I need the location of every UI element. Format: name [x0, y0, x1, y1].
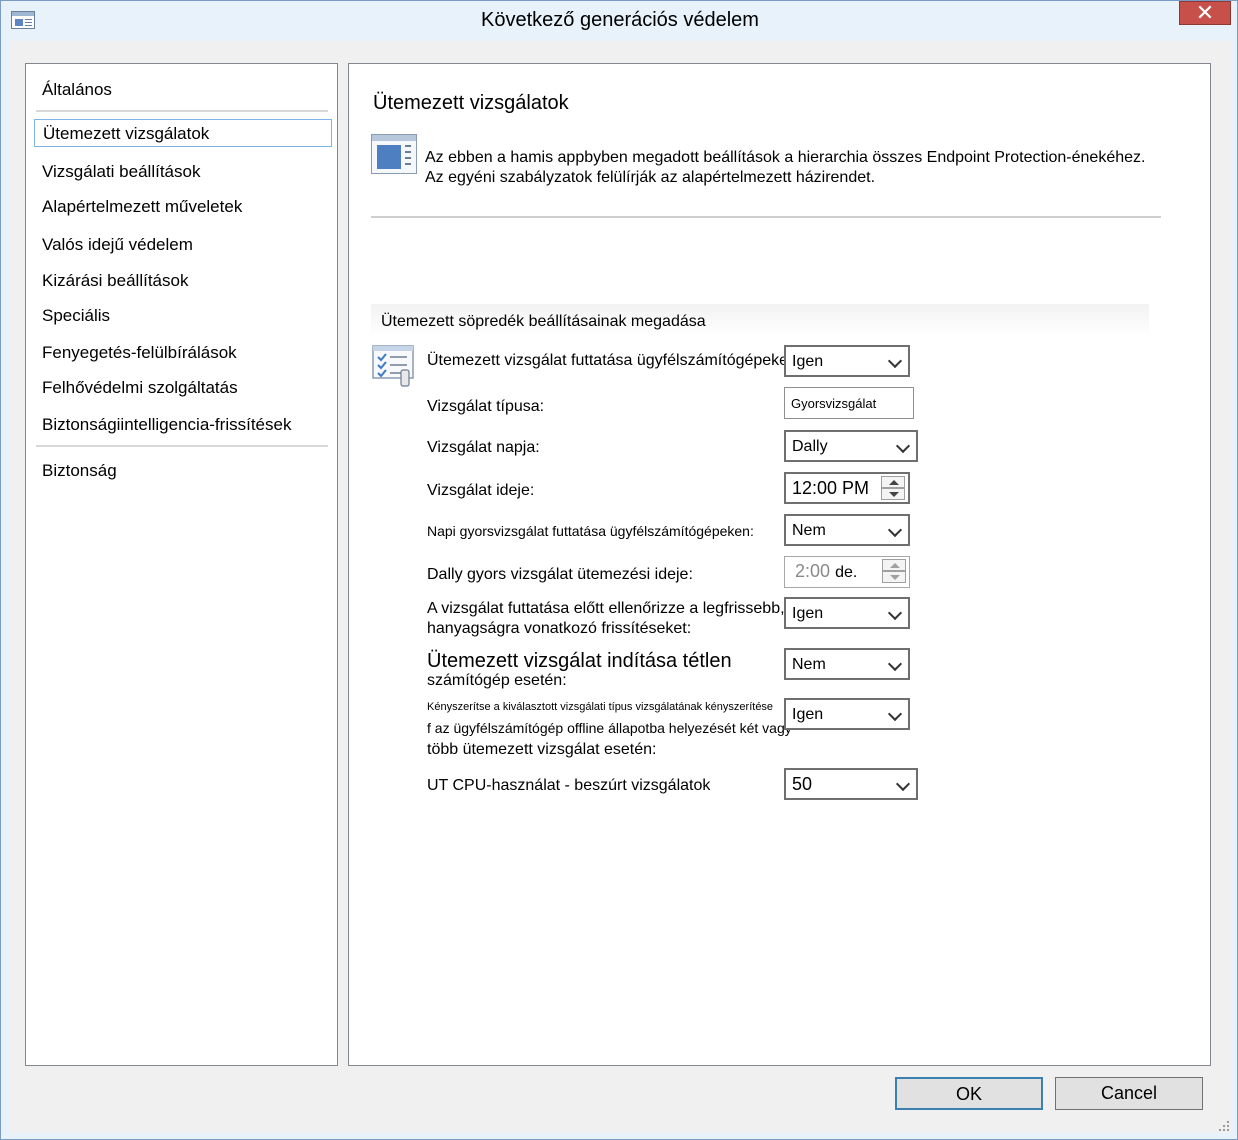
info-line-1: Az ebben a hamis appbyben megadott beáll… — [425, 149, 1146, 166]
cancel-button[interactable]: Cancel — [1055, 1077, 1203, 1110]
chevron-down-icon — [887, 605, 903, 621]
close-icon: ✕ — [1195, 0, 1215, 25]
arrow-up-icon — [889, 480, 899, 485]
scan-time-value: 12:00 PM — [792, 478, 870, 498]
daily-quick-dropdown[interactable]: Nem — [784, 514, 910, 546]
page-title: Ütemezett vizsgálatok — [373, 92, 569, 114]
nav-item-specialis[interactable]: Speciális — [42, 306, 110, 326]
spinner-buttons[interactable] — [881, 476, 905, 500]
daily-quick-time-value: 2:00 — [795, 561, 831, 581]
nav-item-biztonsagiintelligencia-frissitesek[interactable]: Biztonságiintelligencia-frissítések — [42, 415, 291, 435]
scan-type-label: Vizsgálat típusa: — [427, 398, 545, 415]
ok-button[interactable]: OK — [895, 1077, 1043, 1110]
check-updates-value: Igen — [792, 605, 824, 622]
cpu-usage-dropdown[interactable]: 50 — [784, 768, 918, 800]
section-divider — [371, 216, 1161, 218]
nav-separator — [36, 445, 328, 447]
info-panel-icon — [371, 134, 417, 174]
schedule-checklist-icon — [371, 344, 419, 388]
spin-up-button[interactable] — [882, 559, 906, 571]
chevron-down-icon — [895, 776, 911, 792]
idle-start-value: Nem — [792, 656, 826, 673]
nav-item-valos-ideju-vedelem[interactable]: Valós idejű védelem — [42, 235, 193, 255]
info-text: Az ebben a hamis appbyben megadott beáll… — [425, 148, 1145, 188]
spinner-buttons[interactable] — [882, 559, 906, 583]
idle-start-label: Ütemezett vizsgálat indítása tétlen szám… — [427, 650, 732, 690]
force-scan-value: Igen — [792, 706, 824, 723]
chevron-down-icon — [887, 522, 903, 538]
scan-type-value: Gyorsvizsgálat — [791, 396, 877, 411]
scan-day-label: Vizsgálat napja: — [427, 439, 540, 456]
run-scheduled-value: Igen — [792, 353, 824, 370]
nav-item-utemezett-vizsgalatok[interactable]: Ütemezett vizsgálatok — [34, 119, 332, 147]
daily-quick-time-label: Dally gyors vizsgálat ütemezési ideje: — [427, 566, 693, 583]
arrow-down-icon — [890, 575, 900, 580]
check-updates-label-line2: hanyagságra vonatkozó frissítéseket: — [427, 620, 692, 637]
idle-start-label-line1: Ütemezett vizsgálat indítása tétlen — [427, 650, 732, 672]
nav-separator — [36, 110, 328, 112]
spin-down-button[interactable] — [881, 488, 905, 500]
spin-down-button[interactable] — [882, 571, 906, 583]
info-line-2: Az egyéni szabályzatok felülírják az ala… — [425, 169, 876, 186]
run-scheduled-dropdown[interactable]: Igen — [784, 345, 910, 377]
chevron-down-icon — [887, 353, 903, 369]
arrow-down-icon — [889, 492, 899, 497]
nav-item-alapertelmezett-muveletek[interactable]: Alapértelmezett műveletek — [42, 197, 242, 217]
idle-start-label-line2: számítógép esetén: — [427, 672, 567, 689]
daily-quick-label: Napi gyorsvizsgálat futtatása ügyfélszám… — [427, 523, 754, 539]
chevron-down-icon — [895, 438, 911, 454]
force-scan-label-line3: több ütemezett vizsgálat esetén: — [427, 741, 657, 758]
nav-item-altalanos[interactable]: Általános — [42, 80, 112, 100]
scan-day-value: Dally — [792, 438, 828, 455]
nav-item-kizarasi-beallitasok[interactable]: Kizárási beállítások — [42, 271, 188, 291]
scan-time-label: Vizsgálat ideje: — [427, 482, 535, 499]
force-scan-label-line1: Kényszerítse a kiválasztott vizsgálati t… — [427, 701, 774, 713]
nav-item-vizsgalati-beallitasok[interactable]: Vizsgálati beállítások — [42, 162, 200, 182]
force-scan-dropdown[interactable]: Igen — [784, 698, 910, 730]
check-updates-label-line1: A vizsgálat futtatása előtt ellenőrizze … — [427, 600, 785, 617]
nav-item-biztonsag[interactable]: Biztonság — [42, 461, 117, 481]
check-updates-label: A vizsgálat futtatása előtt ellenőrizze … — [427, 599, 785, 639]
check-updates-dropdown[interactable]: Igen — [784, 597, 910, 629]
arrow-up-icon — [890, 563, 900, 568]
run-scheduled-label: Ütemezett vizsgálat futtatása ügyfélszám… — [427, 352, 802, 369]
scan-type-field[interactable]: Gyorsvizsgálat — [784, 387, 914, 419]
nav-item-felhovedelmi-szolgaltatas[interactable]: Felhővédelmi szolgáltatás — [42, 378, 238, 398]
daily-quick-time-suffix: de. — [835, 564, 858, 581]
spin-up-button[interactable] — [881, 476, 905, 488]
cpu-usage-label: UT CPU-használat - beszúrt vizsgálatok — [427, 777, 711, 794]
scan-time-spinner[interactable]: 12:00 PM — [784, 472, 910, 504]
force-scan-label: Kényszerítse a kiválasztott vizsgálati t… — [427, 697, 792, 761]
sidebar-nav: Általános Ütemezett vizsgálatok Vizsgála… — [25, 63, 338, 1066]
window-title: Következő generációs védelem — [481, 9, 759, 31]
scan-day-dropdown[interactable]: Dally — [784, 430, 918, 462]
group-header: Ütemezett söpredék beállításainak megadá… — [371, 304, 1149, 336]
chevron-down-icon — [887, 706, 903, 722]
title-bar: Következő generációs védelem ✕ — [1, 1, 1237, 41]
nav-item-fenyegetes-felulbiralasok[interactable]: Fenyegetés-felülbírálások — [42, 343, 237, 363]
resize-grip-icon[interactable] — [1215, 1117, 1231, 1133]
force-scan-label-line2: f az ügyfélszámítógép offline állapotba … — [427, 720, 792, 736]
close-button[interactable]: ✕ — [1179, 1, 1231, 25]
idle-start-dropdown[interactable]: Nem — [784, 648, 910, 680]
cpu-usage-value: 50 — [792, 774, 813, 794]
dialog-window: Következő generációs védelem ✕ Általános… — [0, 0, 1238, 1140]
content-panel: Ütemezett vizsgálatok Az ebben a hamis a… — [348, 63, 1211, 1066]
daily-quick-value: Nem — [792, 522, 826, 539]
daily-quick-time-spinner[interactable]: 2:00 de. — [784, 556, 910, 588]
chevron-down-icon — [887, 656, 903, 672]
